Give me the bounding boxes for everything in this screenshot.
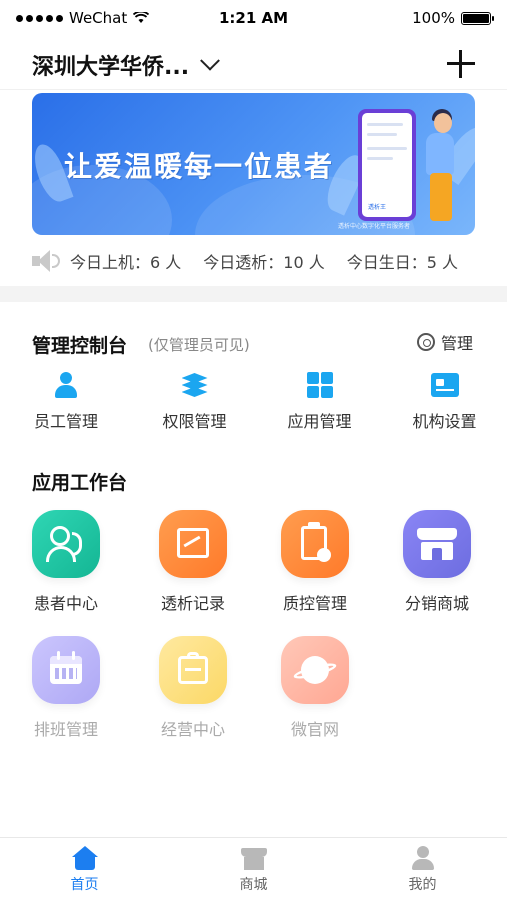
- stat-today-birthday: 今日生日：5 人: [346, 253, 459, 272]
- org-card-icon: [430, 370, 460, 400]
- admin-item-permissions[interactable]: 权限管理: [132, 370, 257, 432]
- org-title[interactable]: 深圳大学华侨...: [32, 49, 189, 81]
- admin-item-label: 应用管理: [287, 412, 352, 431]
- app-item-dialysis-records[interactable]: 透析记录: [132, 510, 254, 636]
- banner-headline: 让爱温暖每一位患者: [64, 150, 335, 183]
- manage-label: 管理: [440, 334, 473, 353]
- home-icon: [71, 846, 98, 870]
- app-item-micro-site[interactable]: 微官网: [254, 636, 376, 762]
- app-item-patient-center[interactable]: 患者中心: [0, 510, 132, 636]
- app-label: 患者中心: [33, 594, 98, 613]
- admin-item-label: 员工管理: [33, 412, 98, 431]
- apps-section-title: 应用工作台: [32, 472, 128, 494]
- admin-item-apps[interactable]: 应用管理: [257, 370, 382, 432]
- layers-icon: [180, 370, 210, 400]
- admin-item-staff[interactable]: 员工管理: [0, 370, 132, 432]
- notice-bar: 今日上机：6 人 今日透析：10 人 今日生日：5 人: [32, 247, 475, 275]
- header: 深圳大学华侨...: [0, 40, 507, 90]
- patients-icon: [32, 510, 100, 578]
- briefcase-icon: [159, 636, 227, 704]
- carrier-label: WeChat: [69, 9, 128, 27]
- bottom-tab-bar: 首页 商城 我的: [0, 837, 507, 900]
- status-bar: WeChat 1:21 AM 100%: [0, 0, 507, 36]
- staff-icon: [51, 370, 81, 400]
- gear-icon: [416, 333, 435, 351]
- stat-today-online: 今日上机：6 人: [70, 253, 182, 272]
- status-right: 100%: [321, 9, 494, 27]
- banner-caption: 透析中心数字化平台服务者: [338, 223, 411, 230]
- admin-item-label: 机构设置: [412, 412, 477, 431]
- app-label: 排班管理: [33, 720, 98, 739]
- battery-icon: [461, 11, 494, 25]
- app-grid: 患者中心 透析记录 质控管理 分销商城 排班管理 经营中心 微官网: [0, 510, 507, 762]
- admin-item-label: 权限管理: [162, 412, 227, 431]
- section-divider: [0, 286, 507, 302]
- promo-banner[interactable]: 让爱温暖每一位患者 透析王 透析中心数字化平台服务者: [32, 93, 475, 235]
- user-icon: [410, 846, 436, 870]
- planet-icon: [281, 636, 349, 704]
- app-label: 分销商城: [404, 594, 469, 613]
- app-label: 经营中心: [160, 720, 225, 739]
- speaker-icon: [32, 249, 60, 273]
- app-item-quality-control[interactable]: 质控管理: [254, 510, 376, 636]
- phone-logo: 透析王: [368, 204, 387, 211]
- app-label: 透析记录: [160, 594, 225, 613]
- chart-icon: [159, 510, 227, 578]
- admin-note: (仅管理员可见): [148, 336, 250, 354]
- tab-label: 商城: [239, 877, 268, 893]
- tab-label: 我的: [408, 877, 437, 893]
- add-icon[interactable]: [447, 50, 475, 78]
- phone-illustration: 透析王: [358, 109, 416, 221]
- store-icon: [403, 510, 471, 578]
- wifi-icon: [133, 12, 150, 23]
- status-left: WeChat: [16, 9, 186, 27]
- shop-icon: [240, 846, 267, 870]
- tab-me[interactable]: 我的: [338, 838, 507, 900]
- admin-grid: 员工管理 权限管理 应用管理 机构设置: [0, 370, 507, 432]
- stat-today-dialysis: 今日透析：10 人: [203, 253, 325, 272]
- app-item-distribution-mall[interactable]: 分销商城: [376, 510, 498, 636]
- tab-home[interactable]: 首页: [0, 838, 169, 900]
- battery-percent: 100%: [412, 9, 455, 27]
- admin-section-title: 管理控制台: [32, 335, 128, 357]
- apps-grid-icon: [305, 370, 335, 400]
- app-label: 微官网: [290, 720, 339, 739]
- calendar-icon: [32, 636, 100, 704]
- tab-label: 首页: [70, 877, 99, 893]
- admin-item-org-settings[interactable]: 机构设置: [382, 370, 507, 432]
- app-item-business-center[interactable]: 经营中心: [132, 636, 254, 762]
- app-item-scheduling[interactable]: 排班管理: [0, 636, 132, 762]
- chevron-down-icon[interactable]: [200, 50, 220, 71]
- clipboard-icon: [281, 510, 349, 578]
- tab-mall[interactable]: 商城: [169, 838, 338, 900]
- signal-icon: [16, 14, 63, 22]
- app-label: 质控管理: [282, 594, 347, 613]
- manage-button[interactable]: 管理: [416, 330, 473, 354]
- status-time: 1:21 AM: [218, 9, 289, 27]
